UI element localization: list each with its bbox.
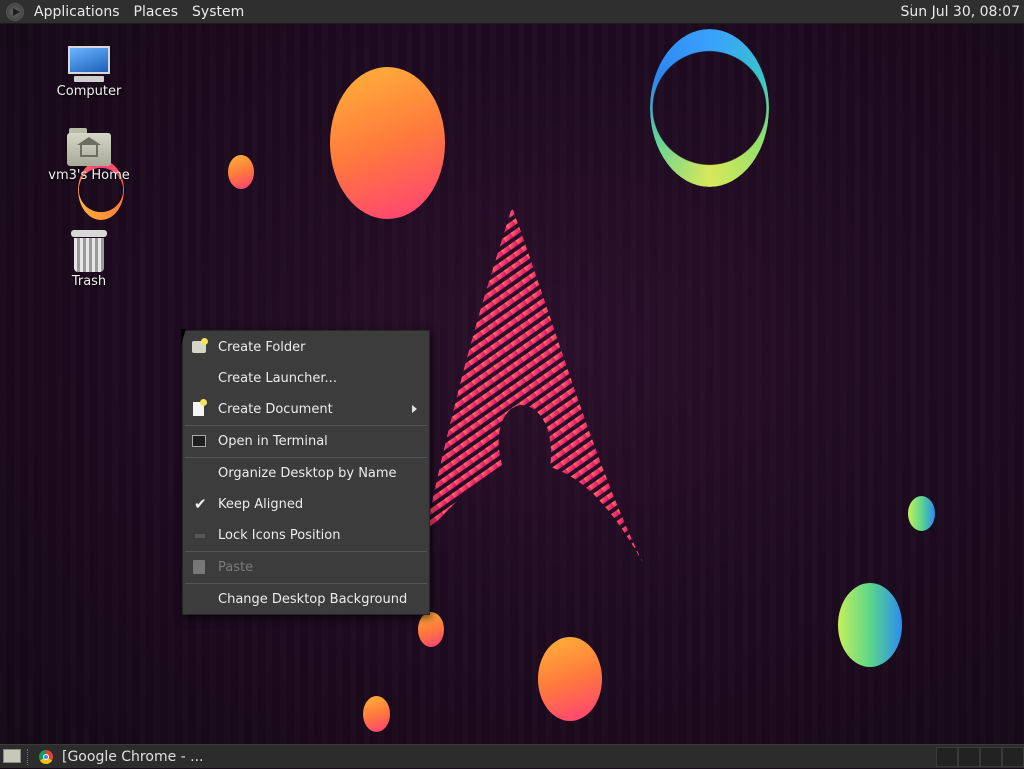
menu-item-label: Open in Terminal (218, 434, 328, 449)
workspace-1[interactable] (936, 747, 958, 767)
wallpaper-orb (538, 637, 602, 721)
menu-item-lock-icons[interactable]: Lock Icons Position (183, 520, 429, 551)
desktop-icon-label: Trash (71, 274, 107, 289)
lock-icon (195, 534, 205, 538)
desktop-icon-trash[interactable]: Trash (44, 230, 134, 289)
menu-item-label: Keep Aligned (218, 497, 304, 512)
terminal-icon (192, 435, 206, 447)
mouse-pointer-icon (181, 329, 191, 345)
wallpaper-orb (228, 155, 254, 189)
menu-item-create-folder[interactable]: Create Folder (183, 332, 429, 363)
chrome-icon (39, 750, 53, 764)
taskbar-button-chrome[interactable]: [Google Chrome - ... (62, 745, 204, 769)
menu-item-label: Create Document (218, 402, 333, 417)
folder-new-icon (192, 338, 208, 353)
wallpaper-orb (838, 583, 902, 667)
desktop-icon-label: Computer (56, 84, 122, 99)
desktop-icon-computer[interactable]: Computer (44, 46, 134, 99)
desktop-icon-home[interactable]: vm3's Home (44, 128, 134, 183)
menu-item-create-document[interactable]: Create Document (183, 394, 429, 425)
workspace-3[interactable] (980, 747, 1002, 767)
clock[interactable]: Sun Jul 30, 08:07 (901, 0, 1021, 24)
paste-icon (193, 560, 205, 574)
wallpaper-orb (363, 696, 390, 732)
menu-item-label: Change Desktop Background (218, 592, 408, 607)
wallpaper-orb (908, 496, 935, 531)
show-desktop-icon[interactable] (3, 749, 21, 763)
menu-item-keep-aligned[interactable]: ✔ Keep Aligned (183, 489, 429, 520)
menu-places[interactable]: Places (127, 0, 186, 24)
menu-item-create-launcher[interactable]: Create Launcher... (183, 363, 429, 394)
menu-applications[interactable]: Applications (24, 0, 127, 24)
workspace-4[interactable] (1002, 747, 1024, 767)
menu-item-paste: Paste (183, 552, 429, 583)
menu-item-label: Organize Desktop by Name (218, 466, 397, 481)
top-panel: Applications Places System Sun Jul 30, 0… (0, 0, 1024, 24)
bottom-panel: [Google Chrome - ... (0, 744, 1024, 768)
document-new-icon (193, 399, 207, 416)
home-folder-icon (67, 128, 111, 166)
workspace-2[interactable] (958, 747, 980, 767)
wallpaper-orb (330, 67, 445, 219)
computer-icon (66, 46, 112, 82)
main-menu-icon[interactable] (6, 2, 24, 21)
menu-item-change-background[interactable]: Change Desktop Background (183, 584, 429, 615)
menu-item-organize-desktop[interactable]: Organize Desktop by Name (183, 458, 429, 489)
check-icon: ✔ (194, 495, 207, 513)
menu-item-label: Create Folder (218, 340, 306, 355)
arch-logo (425, 207, 643, 563)
desktop-icon-label: vm3's Home (48, 168, 130, 183)
submenu-arrow-icon (412, 405, 417, 413)
wallpaper-ring (650, 29, 769, 187)
menu-item-label: Paste (218, 560, 254, 575)
menu-item-label: Lock Icons Position (218, 528, 341, 543)
trash-icon (71, 230, 107, 272)
desktop-context-menu: Create Folder Create Launcher... Create … (182, 330, 430, 615)
menu-system[interactable]: System (185, 0, 251, 24)
menu-item-label: Create Launcher... (218, 371, 337, 386)
panel-separator (27, 749, 30, 765)
menu-item-open-terminal[interactable]: Open in Terminal (183, 426, 429, 457)
wallpaper-orb (418, 612, 444, 647)
